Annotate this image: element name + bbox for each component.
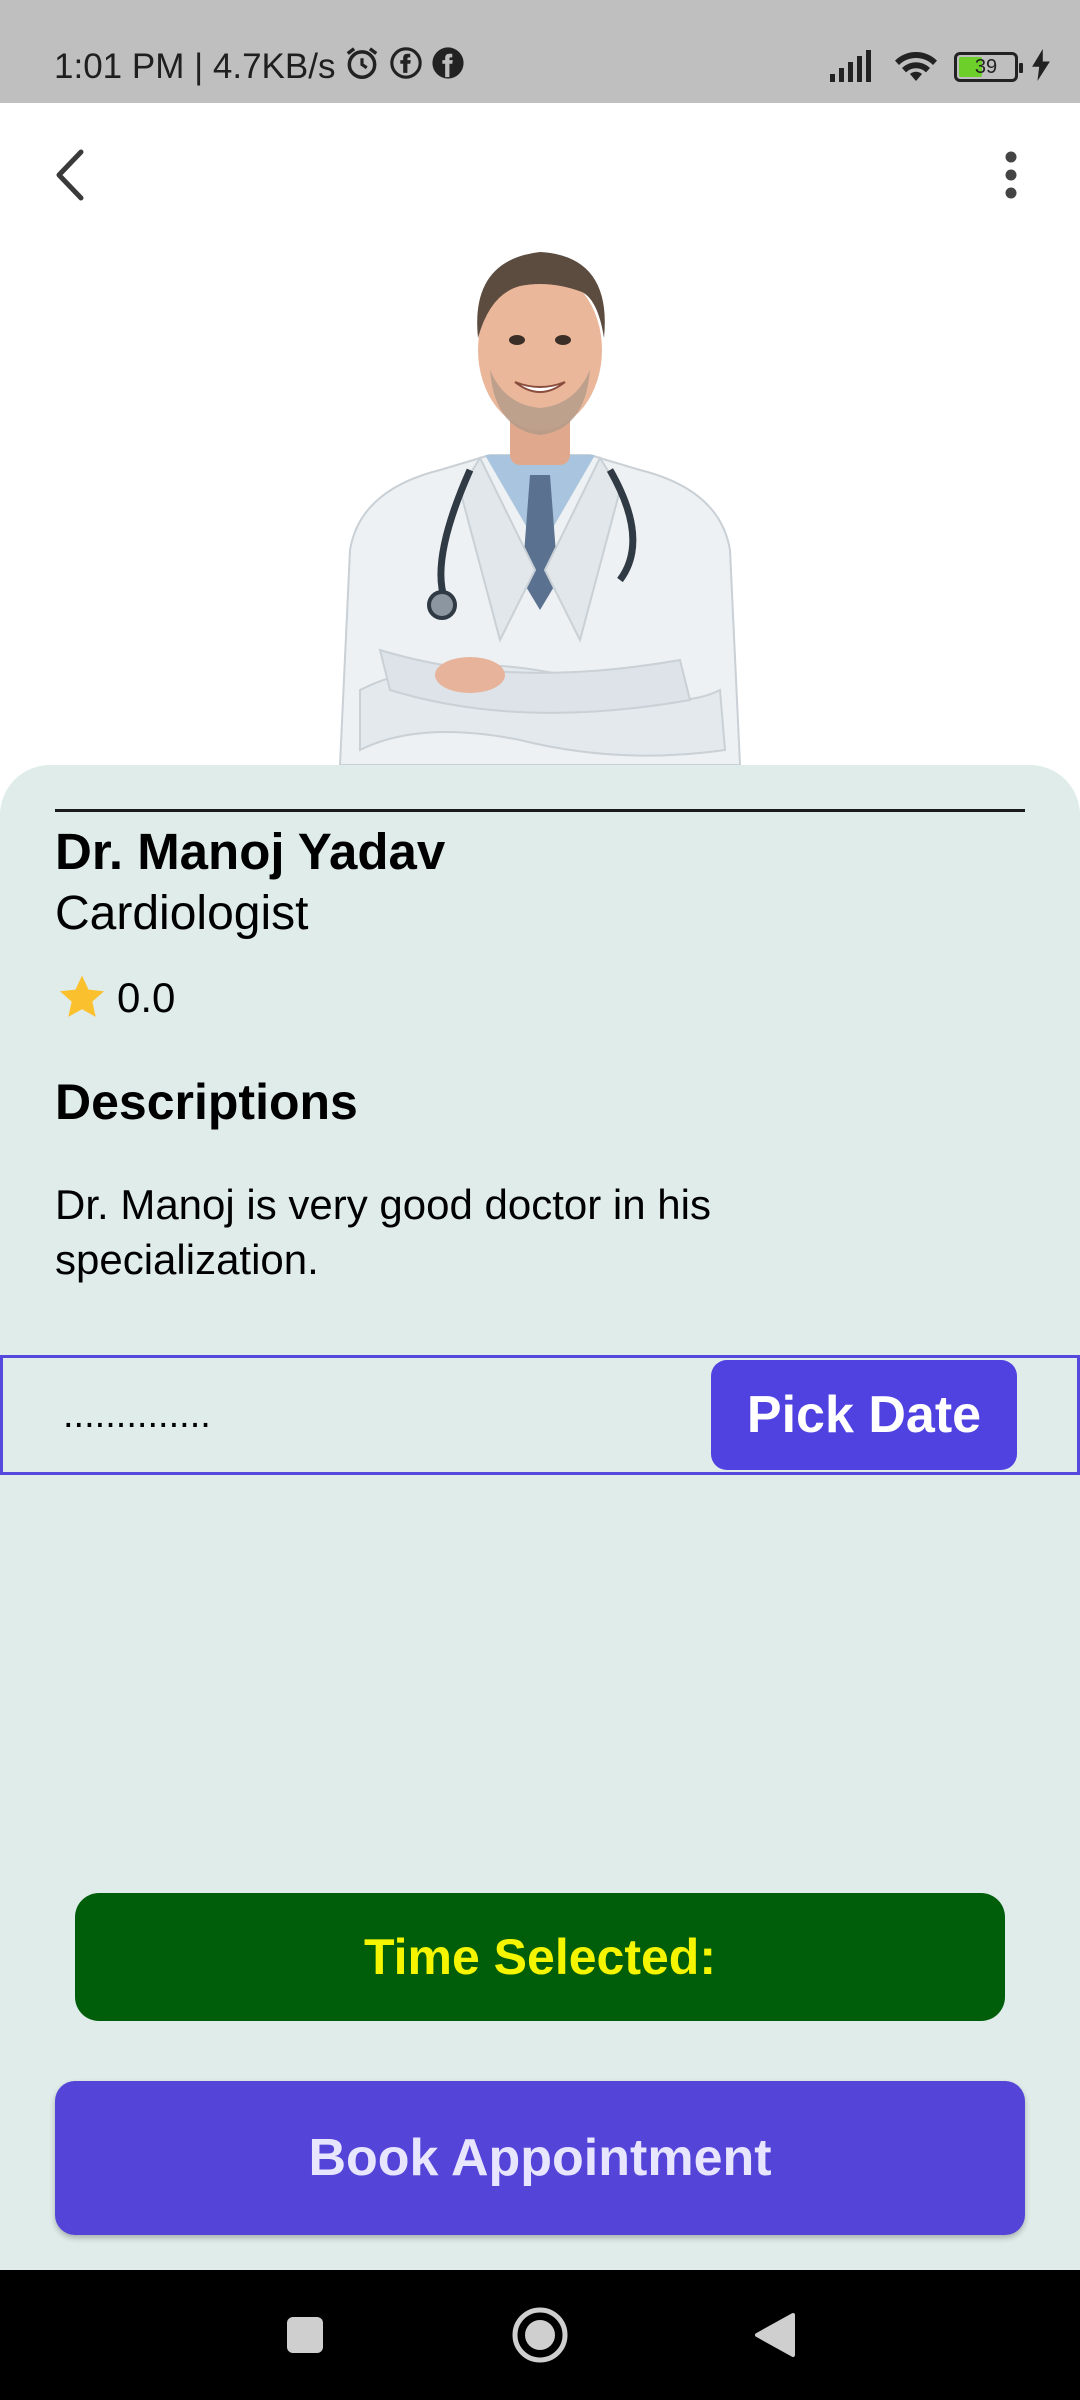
pick-date-button[interactable]: Pick Date (711, 1360, 1017, 1470)
selected-date-value: .............. (63, 1393, 211, 1436)
wifi-icon (892, 47, 940, 88)
rating-value: 0.0 (117, 974, 176, 1021)
home-circle-icon (512, 2307, 568, 2363)
system-back-button[interactable] (740, 2300, 810, 2370)
star-icon (59, 975, 105, 1017)
status-time: 1:01 PM | 4.7KB/s (54, 47, 336, 86)
date-picker-row: .............. Pick Date (0, 1355, 1080, 1475)
back-button[interactable] (44, 140, 94, 210)
charging-icon (1032, 48, 1050, 86)
description-heading: Descriptions (55, 1074, 358, 1130)
divider (55, 809, 1025, 812)
doctor-photo (320, 220, 760, 766)
home-button[interactable] (505, 2300, 575, 2370)
description-text: Dr. Manoj is very good doctor in his spe… (55, 1181, 711, 1283)
status-bar: 1:01 PM | 4.7KB/s 39 (0, 0, 1080, 103)
facebook-icon (389, 46, 423, 89)
system-nav-bar (0, 2270, 1080, 2400)
book-appointment-button[interactable]: Book Appointment (55, 2081, 1025, 2235)
alarm-icon (343, 44, 381, 91)
more-options-button[interactable] (986, 140, 1036, 210)
status-left: 1:01 PM | 4.7KB/s (54, 44, 465, 90)
status-right: 39 (828, 44, 1050, 90)
back-triangle-icon (755, 2313, 795, 2357)
recents-button[interactable] (270, 2300, 340, 2370)
doctor-name: Dr. Manoj Yadav (55, 823, 446, 880)
more-vert-icon (1005, 151, 1017, 199)
time-selected-label: Time Selected: (75, 1893, 1005, 2021)
back-arrow-icon (56, 149, 84, 201)
signal-icon (828, 48, 878, 87)
doctor-specialty: Cardiologist (55, 887, 309, 940)
battery-icon: 39 (954, 52, 1023, 82)
battery-level: 39 (974, 55, 998, 78)
doctor-details-sheet: Dr. Manoj Yadav Cardiologist 0.0 Descrip… (0, 765, 1080, 2270)
facebook-icon (431, 46, 465, 89)
recents-square-icon (287, 2317, 323, 2353)
rating: 0.0 (55, 965, 175, 1031)
